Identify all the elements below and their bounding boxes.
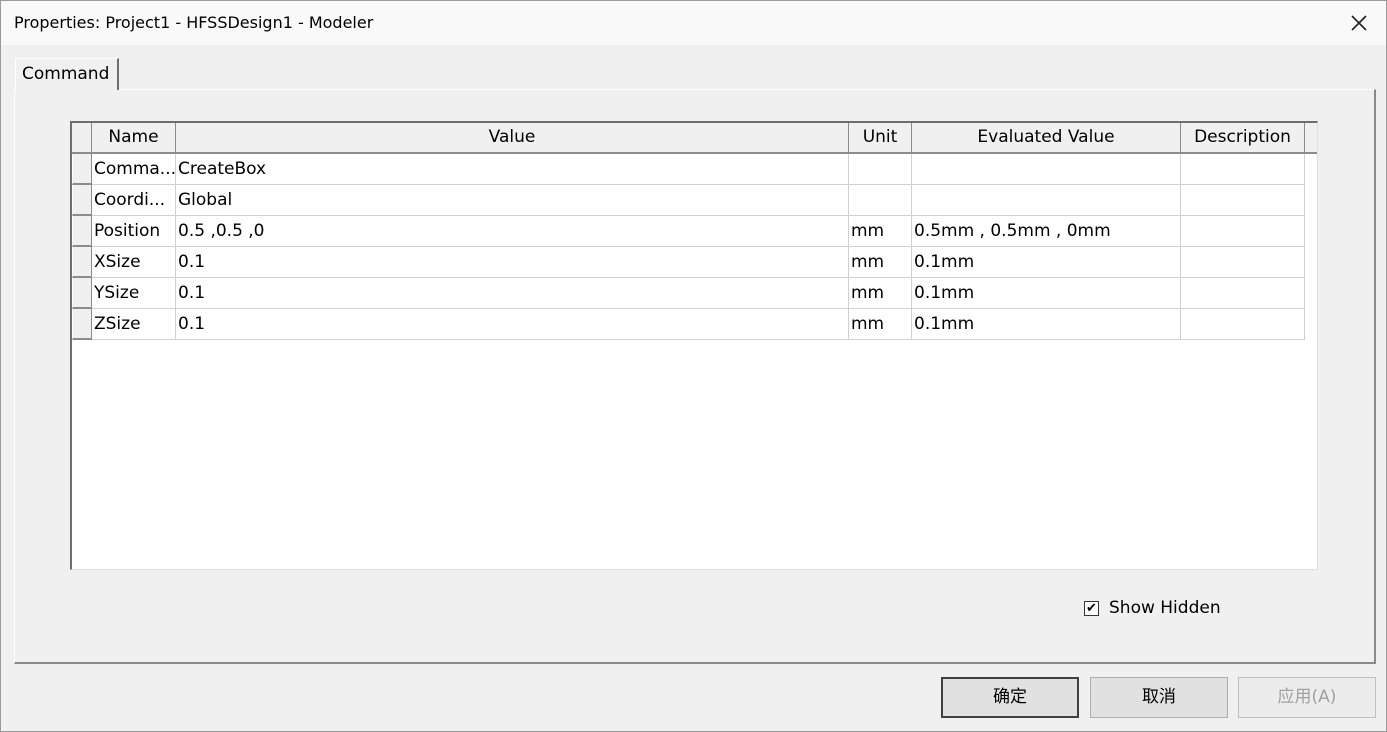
title-bar[interactable]: Properties: Project1 - HFSSDesign1 - Mod… — [1, 1, 1386, 45]
table-row[interactable]: Coordi... Global — [72, 185, 1317, 216]
row-header[interactable] — [72, 216, 92, 247]
cell-name: Position — [92, 216, 176, 247]
properties-grid: Name Value Unit Evaluated Value Descript… — [70, 121, 1318, 570]
column-header-value[interactable]: Value — [176, 123, 849, 154]
window-title: Properties: Project1 - HFSSDesign1 - Mod… — [14, 13, 374, 32]
properties-dialog: Properties: Project1 - HFSSDesign1 - Mod… — [0, 0, 1387, 732]
cell-evaluated-value — [912, 154, 1181, 185]
checkmark-icon: ✔ — [1086, 600, 1097, 616]
cell-description — [1181, 154, 1305, 185]
cell-value[interactable]: 0.1 — [176, 278, 849, 309]
cell-name: YSize — [92, 278, 176, 309]
table-row[interactable]: YSize 0.1 mm 0.1mm — [72, 278, 1317, 309]
cell-description — [1181, 309, 1305, 340]
column-header-description[interactable]: Description — [1181, 123, 1305, 154]
tab-command-label: Command — [22, 64, 110, 84]
cell-value[interactable]: CreateBox — [176, 154, 849, 185]
cell-unit[interactable]: mm — [849, 278, 912, 309]
cell-unit[interactable]: mm — [849, 216, 912, 247]
row-header[interactable] — [72, 185, 92, 216]
cell-description — [1181, 185, 1305, 216]
cell-unit[interactable]: mm — [849, 309, 912, 340]
row-header[interactable] — [72, 278, 92, 309]
cell-evaluated-value: 0.1mm — [912, 278, 1181, 309]
cell-description — [1181, 216, 1305, 247]
tab-command[interactable]: Command — [15, 58, 119, 90]
cancel-button[interactable]: 取消 — [1090, 677, 1228, 718]
column-header-name[interactable]: Name — [92, 123, 176, 154]
column-header-filler — [1305, 123, 1317, 154]
grid-header-row: Name Value Unit Evaluated Value Descript… — [72, 123, 1317, 154]
cell-unit[interactable]: mm — [849, 247, 912, 278]
show-hidden-label[interactable]: Show Hidden — [1109, 598, 1221, 618]
cell-evaluated-value: 0.5mm , 0.5mm , 0mm — [912, 216, 1181, 247]
row-header[interactable] — [72, 247, 92, 278]
apply-button[interactable]: 应用(A) — [1238, 677, 1376, 718]
cell-name: XSize — [92, 247, 176, 278]
grid-corner-cell — [72, 123, 92, 154]
cell-value[interactable]: 0.5 ,0.5 ,0 — [176, 216, 849, 247]
cell-unit[interactable] — [849, 185, 912, 216]
cell-name: Comma... — [92, 154, 176, 185]
cell-value[interactable]: 0.1 — [176, 247, 849, 278]
ok-button[interactable]: 确定 — [941, 677, 1079, 718]
checkbox-box[interactable]: ✔ — [1084, 600, 1099, 616]
table-row[interactable]: Position 0.5 ,0.5 ,0 mm 0.5mm , 0.5mm , … — [72, 216, 1317, 247]
cell-evaluated-value: 0.1mm — [912, 247, 1181, 278]
cell-name: ZSize — [92, 309, 176, 340]
cell-value[interactable]: 0.1 — [176, 309, 849, 340]
row-header[interactable] — [72, 154, 92, 185]
cell-unit[interactable] — [849, 154, 912, 185]
show-hidden-checkbox[interactable]: ✔ Show Hidden — [1084, 598, 1221, 618]
cell-value[interactable]: Global — [176, 185, 849, 216]
column-header-evaluated-value[interactable]: Evaluated Value — [912, 123, 1181, 154]
close-icon — [1351, 15, 1367, 31]
cell-evaluated-value — [912, 185, 1181, 216]
cell-evaluated-value: 0.1mm — [912, 309, 1181, 340]
cell-description — [1181, 247, 1305, 278]
column-header-unit[interactable]: Unit — [849, 123, 912, 154]
cell-name: Coordi... — [92, 185, 176, 216]
table-row[interactable]: Comma... CreateBox — [72, 154, 1317, 185]
table-row[interactable]: ZSize 0.1 mm 0.1mm — [72, 309, 1317, 340]
table-row[interactable]: XSize 0.1 mm 0.1mm — [72, 247, 1317, 278]
row-header[interactable] — [72, 309, 92, 340]
cell-description — [1181, 278, 1305, 309]
close-button[interactable] — [1340, 5, 1378, 41]
